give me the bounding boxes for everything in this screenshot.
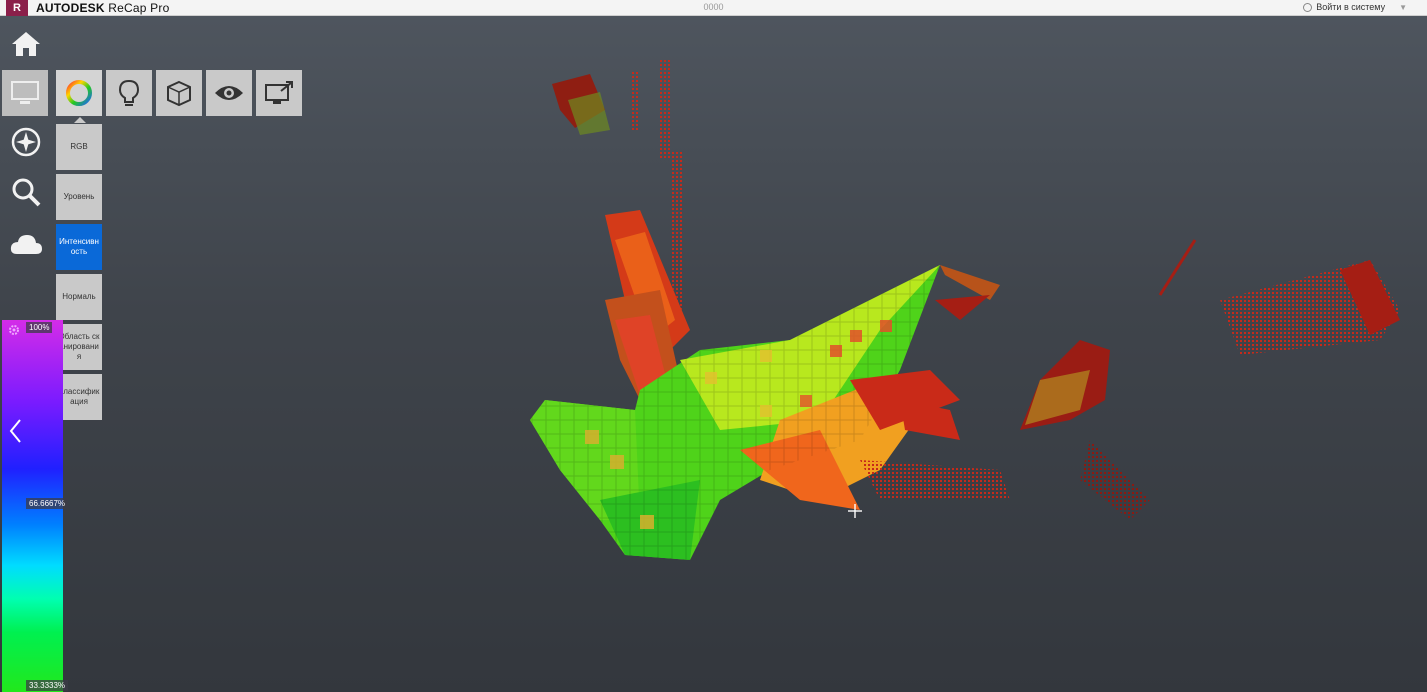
product-name: ReCap Pro [108, 0, 170, 15]
color-mode-button[interactable] [56, 70, 102, 116]
limit-box-button[interactable] [156, 70, 202, 116]
navigation-button[interactable] [6, 122, 46, 162]
search-icon [12, 178, 41, 207]
legend-bottom-label: 33.3333% [26, 680, 69, 691]
color-mode-elevation[interactable]: Уровень [56, 174, 102, 220]
color-mode-icon [66, 80, 92, 106]
home-icon [12, 32, 40, 56]
color-mode-rgb[interactable]: RGB [56, 124, 102, 170]
color-mode-normal[interactable]: Нормаль [56, 274, 102, 320]
legend-top-label: 100% [26, 322, 53, 333]
chevron-down-icon: ▼ [1399, 2, 1407, 12]
export-button[interactable] [256, 70, 302, 116]
chevron-left-icon[interactable] [8, 418, 24, 444]
display-settings-button[interactable] [2, 70, 48, 116]
point-cloud-viewport[interactable] [0, 16, 1427, 692]
visibility-button[interactable] [206, 70, 252, 116]
lighting-icon [118, 79, 140, 106]
document-title: 0000 [703, 2, 724, 12]
scan-fragment-mid-right [1020, 340, 1150, 520]
cloud-button[interactable] [6, 224, 46, 264]
visibility-icon [215, 86, 243, 100]
submenu-pointer [74, 117, 86, 123]
gear-icon[interactable] [8, 324, 20, 336]
box-icon [167, 80, 191, 107]
cloud-icon [10, 235, 42, 254]
app-logo: R [6, 0, 28, 16]
user-icon [1303, 2, 1313, 12]
export-icon [265, 81, 293, 104]
sign-in-button[interactable]: Войти в систему ▼ [1303, 2, 1407, 12]
legend-mid-label: 66.6667% [26, 498, 69, 509]
sign-in-label: Войти в систему [1316, 2, 1386, 12]
point-cloud-render [530, 60, 1400, 560]
navigate-icon [11, 127, 41, 157]
color-mode-intensity[interactable]: Интенсивность [56, 224, 102, 270]
scan-fragment-far-right [1158, 239, 1400, 355]
search-button[interactable] [6, 172, 46, 212]
home-button[interactable] [6, 24, 46, 64]
app-brand: AUTODESK ReCap Pro [36, 1, 169, 15]
title-bar: R AUTODESK ReCap Pro 0000 Войти в систем… [0, 0, 1427, 16]
brand-name: AUTODESK [36, 0, 105, 15]
display-icon [11, 81, 39, 104]
intensity-legend[interactable]: 100% 66.6667% 33.3333% [2, 320, 69, 692]
lighting-button[interactable] [106, 70, 152, 116]
